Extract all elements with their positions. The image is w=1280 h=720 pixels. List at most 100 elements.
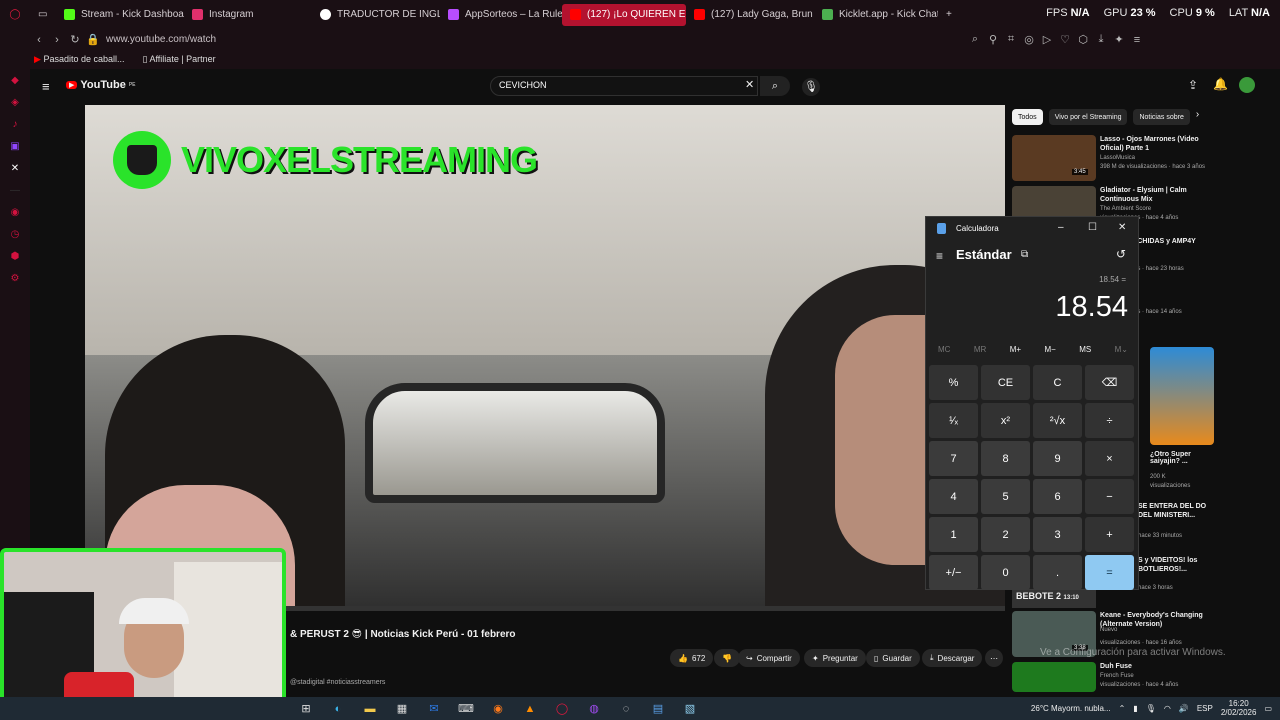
aria-ai-icon[interactable]: ✦ (1110, 33, 1128, 46)
multiply-key[interactable]: × (1085, 441, 1134, 476)
forward-icon[interactable]: › (48, 34, 66, 46)
maximize-icon[interactable]: ☐ (1088, 222, 1097, 233)
close-icon[interactable]: ✕ (1118, 222, 1126, 233)
tab-traductor[interactable]: TRADUCTOR DE INGLES (312, 4, 440, 26)
avatar[interactable] (1239, 77, 1255, 93)
volume-icon[interactable]: 🔊 (1179, 704, 1189, 713)
chevron-up-icon[interactable]: ⌃ (1119, 704, 1126, 713)
memory-subtract-button[interactable]: M− (1044, 345, 1055, 354)
tab-youtube-active[interactable]: (127) ¡Lo QUIEREN EN (562, 3, 686, 26)
messenger-app-icon[interactable]: ◍ (578, 697, 610, 720)
backspace-key[interactable]: ⌫ (1085, 365, 1134, 400)
network-icon[interactable]: ◠ (1164, 704, 1171, 713)
hamburger-icon[interactable]: ≡ (42, 79, 50, 94)
list-item[interactable]: Duh Fuse French Fuse visualizaciones · h… (1012, 662, 1212, 692)
digit-1-key[interactable]: 1 (929, 517, 978, 552)
opera-gx-icon[interactable]: ◯ (546, 697, 578, 720)
more-actions-button[interactable]: ⋯ (985, 649, 1003, 667)
weather-widget[interactable]: 26°C Mayorm. nubla... (1031, 704, 1111, 713)
reload-icon[interactable]: ↻ (66, 33, 84, 46)
mic-icon[interactable]: 🎙 (802, 78, 820, 96)
settings-icon[interactable]: ⚙ (0, 267, 30, 289)
notification-center-icon[interactable]: ▭ (1264, 704, 1272, 713)
calculator-menu-icon[interactable]: ≡ (936, 249, 943, 263)
equals-key[interactable]: = (1085, 555, 1134, 590)
camera-icon[interactable]: ◎ (1020, 33, 1038, 46)
twitch-icon[interactable]: ▣ (0, 135, 30, 157)
tab-sidebar-toggle-icon[interactable]: ▭ (30, 4, 56, 26)
clear-key[interactable]: C (1033, 365, 1082, 400)
url-field[interactable]: www.youtube.com/watch (106, 34, 966, 45)
heart-icon[interactable]: ♡ (1056, 33, 1074, 46)
chip-noticias[interactable]: Noticias sobre (1133, 109, 1190, 125)
gx-corner-icon[interactable]: ◆ (0, 69, 30, 91)
dislike-button[interactable]: 👎 (714, 649, 740, 667)
digit-5-key[interactable]: 5 (981, 479, 1030, 514)
list-item-title[interactable]: S y VIDEITOS! los BOTLIEROS!... (1138, 556, 1218, 574)
tab-appsorteos[interactable]: AppSorteos – La Ruleta de (440, 4, 562, 26)
upload-icon[interactable]: ⇪ (1188, 78, 1198, 92)
decimal-key[interactable]: . (1033, 555, 1082, 590)
menu-icon[interactable]: ≡ (1128, 34, 1146, 46)
search-input[interactable]: CEVICHON (490, 76, 758, 96)
memory-clear-button[interactable]: MC (938, 345, 950, 354)
firefox-icon[interactable]: ◉ (482, 697, 514, 720)
list-item-title[interactable]: SE ENTERA DEL DO DEL MINISTERI... (1138, 502, 1218, 520)
bookmark-pasadito[interactable]: ▶ Pasadito de caball... (34, 54, 125, 65)
keep-on-top-icon[interactable]: ⧉ (1021, 249, 1028, 260)
pin-icon[interactable]: ⚲ (984, 33, 1002, 46)
negate-key[interactable]: +/− (929, 555, 978, 590)
list-item[interactable]: 3:45 Lasso - Ojos Marrones (Video Oficia… (1012, 135, 1212, 181)
save-button[interactable]: ▯ Guardar (866, 649, 920, 667)
ask-button[interactable]: ✦ Preguntar (804, 649, 866, 667)
memory-add-button[interactable]: M+ (1010, 345, 1021, 354)
obs-icon[interactable]: ◌ (610, 697, 642, 720)
minimize-icon[interactable]: – (1058, 222, 1064, 233)
video-player[interactable]: VIVOXELSTREAMING (85, 105, 1005, 611)
file-explorer-icon[interactable]: ▬ (354, 697, 386, 720)
player-icon[interactable]: ◉ (0, 201, 30, 223)
tab-kick-dashboard[interactable]: Stream - Kick Dashboard (56, 4, 184, 26)
tab-kicklet[interactable]: Kicklet.app - Kick Chatbot (814, 4, 938, 26)
vlc-icon[interactable]: ▲ (514, 697, 546, 720)
notifications-icon[interactable]: 🔔 (1213, 77, 1228, 91)
tab-instagram[interactable]: Instagram (184, 4, 312, 26)
clock[interactable]: 16:20 2/02/2026 (1221, 699, 1257, 717)
memory-store-button[interactable]: MS (1079, 345, 1091, 354)
digit-4-key[interactable]: 4 (929, 479, 978, 514)
store-icon[interactable]: ▦ (386, 697, 418, 720)
video-hashtags[interactable]: @stadigital #noticiasstreamers (290, 679, 385, 686)
search-button[interactable]: ⌕ (760, 76, 790, 96)
new-tab-button[interactable]: + (938, 4, 960, 26)
sqrt-key[interactable]: ²√x (1033, 403, 1082, 438)
history-icon[interactable]: ↺ (1116, 247, 1126, 261)
language-indicator[interactable]: ESP (1197, 704, 1213, 713)
chip-vivo[interactable]: Vivo por el Streaming (1048, 109, 1128, 125)
plus-key[interactable]: + (1085, 517, 1134, 552)
notepad-icon[interactable]: ▧ (674, 697, 706, 720)
back-icon[interactable]: ‹ (30, 34, 48, 46)
screenshot-icon[interactable]: ⌗ (1002, 33, 1020, 46)
divide-key[interactable]: ÷ (1085, 403, 1134, 438)
reciprocal-key[interactable]: ¹⁄ₓ (929, 403, 978, 438)
digit-6-key[interactable]: 6 (1033, 479, 1082, 514)
digit-0-key[interactable]: 0 (981, 555, 1030, 590)
music-icon[interactable]: ♪ (0, 113, 30, 135)
cube-icon[interactable]: ⬢ (0, 245, 30, 267)
clear-entry-key[interactable]: CE (981, 365, 1030, 400)
start-icon[interactable]: ⊞ (290, 697, 322, 720)
square-key[interactable]: x² (981, 403, 1030, 438)
shorts-title[interactable]: ¿Otro Super saiyajin? ... (1150, 451, 1214, 465)
share-button[interactable]: ↪ Compartir (738, 649, 800, 667)
x-twitter-icon[interactable]: ✕ (0, 157, 30, 179)
zoom-icon[interactable]: ⌕ (966, 33, 984, 46)
like-button[interactable]: 👍 672 (670, 649, 714, 667)
history-icon[interactable]: ◷ (0, 223, 30, 245)
percent-key[interactable]: % (929, 365, 978, 400)
shorts-thumbnail[interactable] (1150, 347, 1214, 445)
digit-3-key[interactable]: 3 (1033, 517, 1082, 552)
messenger-icon[interactable]: ◈ (0, 91, 30, 113)
digit-9-key[interactable]: 9 (1033, 441, 1082, 476)
bookmark-affiliate[interactable]: ▯ Affiliate | Partner (143, 54, 216, 65)
youtube-logo[interactable]: ▶ YouTube PE (66, 79, 135, 91)
